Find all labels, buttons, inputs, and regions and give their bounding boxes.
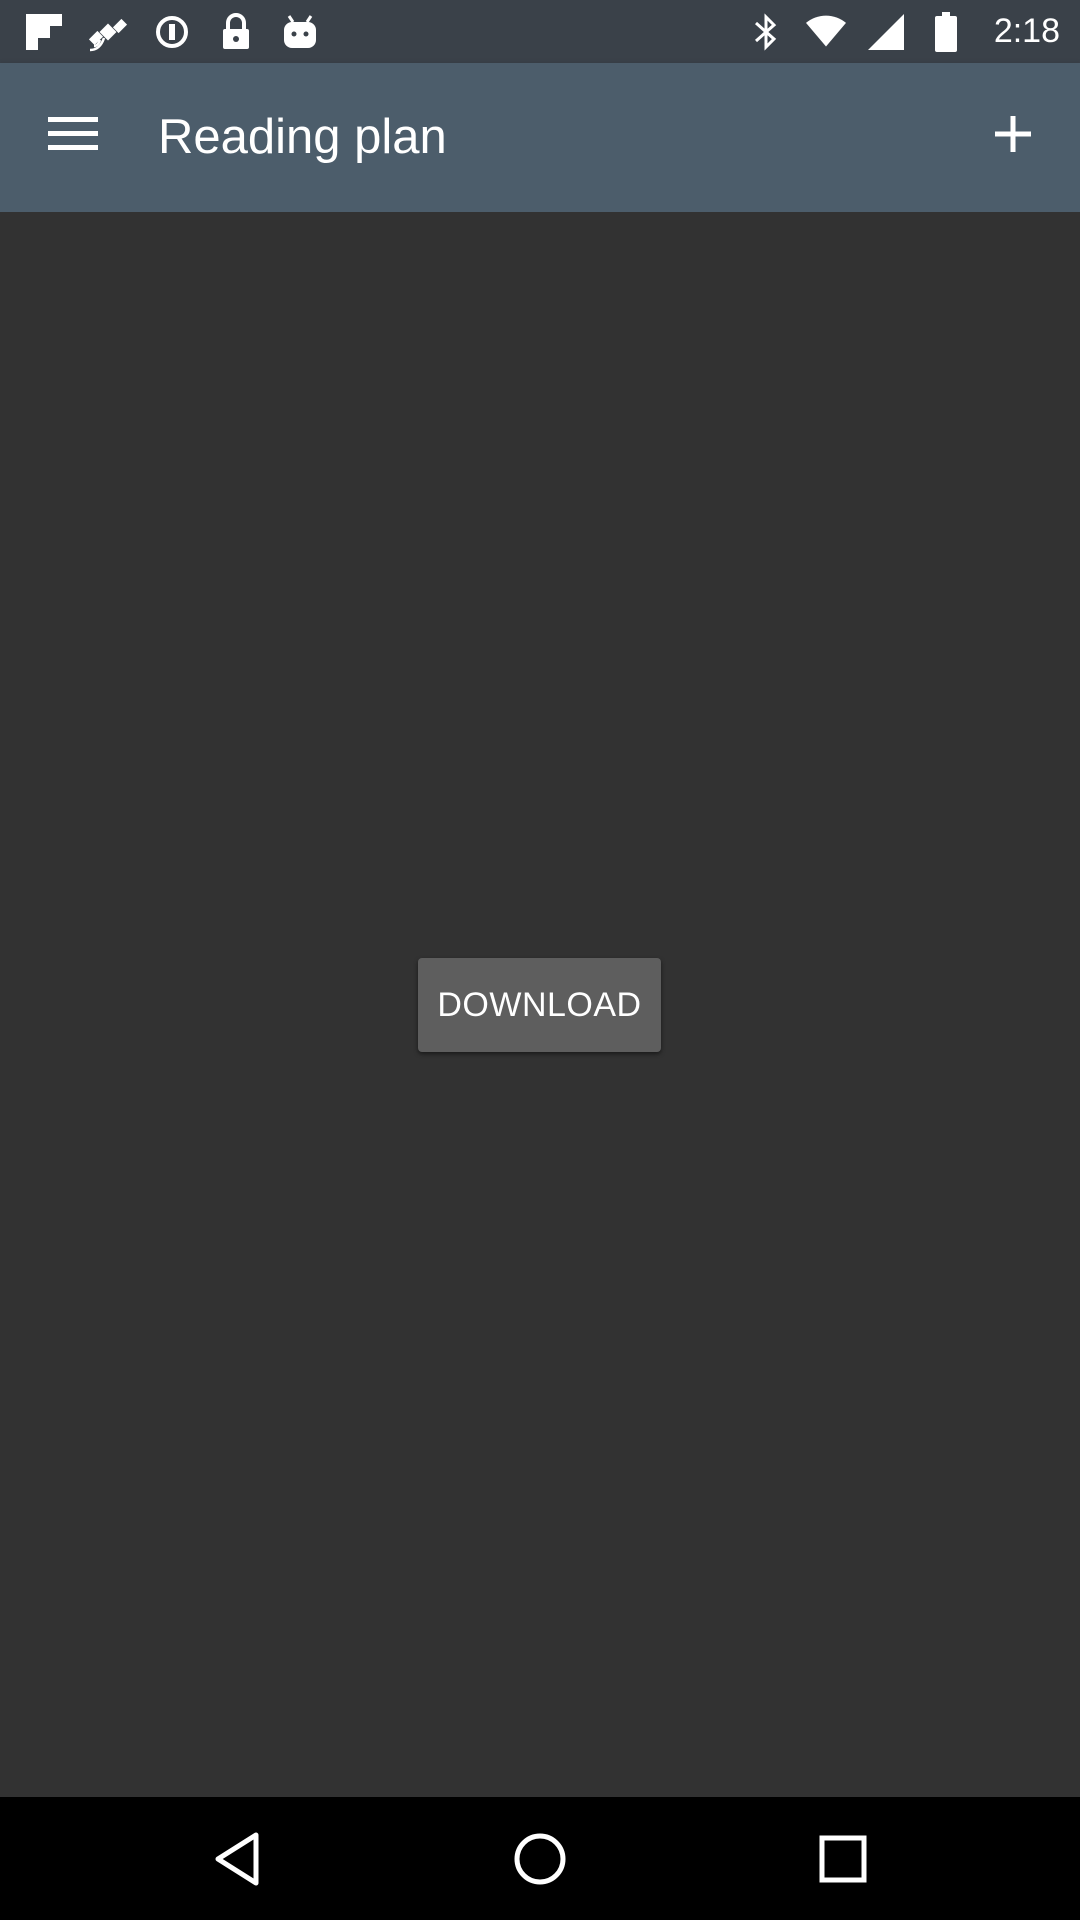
bluetooth-icon — [746, 12, 786, 52]
back-icon[interactable] — [206, 1828, 268, 1890]
plus-icon[interactable] — [972, 93, 1054, 175]
lock-icon — [216, 12, 256, 52]
page-title: Reading plan — [158, 110, 447, 164]
hamburger-menu-icon[interactable] — [32, 93, 114, 175]
status-bar: 2:18 — [0, 0, 1080, 63]
signal-icon — [866, 12, 906, 52]
battery-icon — [926, 11, 966, 52]
home-icon[interactable] — [509, 1828, 571, 1890]
system-status-icons: 2:18 — [746, 0, 1060, 63]
flipboard-icon — [24, 12, 64, 52]
navigation-bar — [0, 1797, 1080, 1920]
notification-icons — [24, 0, 320, 63]
main-content: DOWNLOAD — [0, 212, 1080, 1797]
recents-icon[interactable] — [812, 1828, 874, 1890]
fake-gps-satellite-icon — [88, 12, 128, 52]
download-button[interactable]: DOWNLOAD — [418, 958, 661, 1052]
wifi-icon — [805, 12, 846, 52]
app-toolbar: Reading plan — [0, 63, 1080, 212]
status-clock: 2:18 — [993, 12, 1060, 50]
android-icon — [280, 12, 320, 52]
data-saver-icon — [152, 12, 192, 52]
